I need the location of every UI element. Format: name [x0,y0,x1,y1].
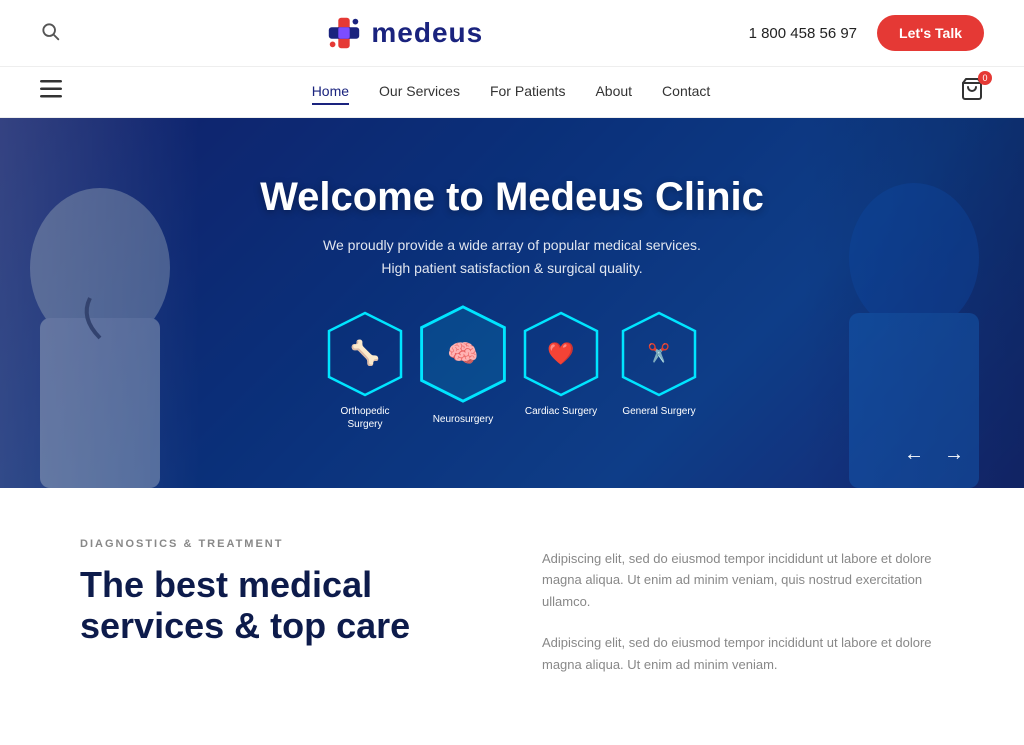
search-icon[interactable] [40,21,60,46]
content-paragraph-1: Adipiscing elit, sed do eiusmod tempor i… [542,548,944,612]
cart-badge: 0 [978,71,992,85]
logo-text: medeus [371,17,483,49]
prev-arrow-button[interactable]: ← [904,443,924,466]
content-left: DIAGNOSTICS & TREATMENT The best medical… [80,538,482,675]
content-section: DIAGNOSTICS & TREATMENT The best medical… [0,488,1024,715]
next-arrow-button[interactable]: → [944,443,964,466]
hamburger-icon[interactable] [40,80,62,104]
nav-item-about[interactable]: About [595,83,632,101]
service-cardiac[interactable]: ❤️ Cardiac Surgery [521,309,601,431]
nav-links: Home Our Services For Patients About Con… [312,83,711,101]
orthopedic-icon: 🦴 [350,339,380,368]
logo[interactable]: medeus [325,14,483,52]
orthopedic-label: Orthopedic Surgery [328,405,403,431]
nav-link-our-services[interactable]: Our Services [379,83,460,103]
nav-link-home[interactable]: Home [312,83,349,105]
lets-talk-button[interactable]: Let's Talk [877,15,984,51]
top-header: medeus 1 800 458 56 97 Let's Talk [0,0,1024,67]
hero-section: Welcome to Medeus Clinic We proudly prov… [0,118,1024,488]
cart-icon[interactable]: 0 [960,77,984,107]
neuro-icon: 🧠 [447,339,479,369]
phone-number: 1 800 458 56 97 [749,25,857,42]
hero-title: Welcome to Medeus Clinic [260,175,764,220]
nav-bar: Home Our Services For Patients About Con… [0,67,1024,118]
hero-subtitle: We proudly provide a wide array of popul… [260,234,764,279]
nav-item-our-services[interactable]: Our Services [379,83,460,101]
services-row: 🦴 Orthopedic Surgery 🧠 Neurosurgery [260,309,764,431]
nav-item-contact[interactable]: Contact [662,83,710,101]
nav-item-for-patients[interactable]: For Patients [490,83,565,101]
general-icon: ✂️ [648,343,670,364]
nav-link-contact[interactable]: Contact [662,83,710,103]
nav-link-about[interactable]: About [595,83,632,103]
service-orthopedic[interactable]: 🦴 Orthopedic Surgery [325,309,405,431]
neuro-label: Neurosurgery [433,413,494,426]
service-neurosurgery[interactable]: 🧠 Neurosurgery [423,309,503,431]
section-label: DIAGNOSTICS & TREATMENT [80,538,482,550]
section-title: The best medical services & top care [80,564,482,647]
cardiac-label: Cardiac Surgery [525,405,597,418]
content-right: Adipiscing elit, sed do eiusmod tempor i… [542,538,944,675]
header-right: 1 800 458 56 97 Let's Talk [749,15,984,51]
hero-content: Welcome to Medeus Clinic We proudly prov… [240,175,784,431]
logo-icon [325,14,363,52]
general-label: General Surgery [622,405,695,418]
content-paragraph-2: Adipiscing elit, sed do eiusmod tempor i… [542,632,944,675]
cardiac-icon: ❤️ [547,341,574,367]
nav-item-home[interactable]: Home [312,83,349,101]
service-general[interactable]: ✂️ General Surgery [619,309,699,431]
nav-link-for-patients[interactable]: For Patients [490,83,565,103]
hero-arrows: ← → [904,443,964,466]
